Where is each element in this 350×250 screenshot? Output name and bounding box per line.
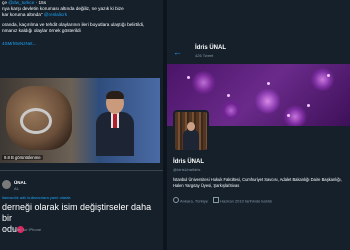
- tweet-author-handle[interactable]: @dw_turkce: [8, 0, 34, 5]
- tweet-count: 426 Tweet: [195, 53, 214, 58]
- location-icon: [173, 197, 179, 203]
- tweet-meta: 15 · Twitter for iPhone: [2, 227, 42, 232]
- tweet-link[interactable]: 4SMrh9vNzNet...: [2, 41, 160, 47]
- profile-bio: İstanbul Üniversitesi Hukuk Fakültesi, C…: [173, 177, 342, 188]
- calendar-icon: [213, 197, 220, 203]
- reply-context: llamacılık adlı kullanıcılara yanıt olar…: [2, 195, 71, 200]
- avatar[interactable]: [2, 180, 11, 189]
- left-panel: çe @dw_turkce · 15s nya karşı devletin k…: [0, 0, 163, 250]
- profile-panel: ← İdris ÜNAL 426 Tweet İdris ÜNAL @Idris…: [167, 0, 350, 250]
- tweet-image[interactable]: 9.8 B görüntülenme: [0, 78, 160, 163]
- author-handle[interactable]: AL: [14, 186, 19, 191]
- profile-avatar[interactable]: [173, 110, 209, 152]
- author-name[interactable]: ÜNAL: [14, 180, 27, 185]
- tweet-mention-link[interactable]: @reslalicrk: [44, 12, 67, 17]
- profile-meta: Ankara, Türkiye Haziran 2010 tarihinde k…: [173, 197, 272, 204]
- back-arrow-icon[interactable]: ←: [173, 47, 183, 57]
- header-spacer: [167, 0, 350, 40]
- header-name: İdris ÜNAL: [195, 45, 227, 51]
- tweet-text: çe @dw_turkce · 15s nya karşı devletin k…: [2, 0, 145, 34]
- reporter-image: [96, 91, 134, 156]
- divider: [0, 170, 163, 171]
- view-count: 9.8 B görüntülenme: [2, 155, 43, 160]
- profile-joined: Haziran 2010 tarihinde katıldı: [220, 198, 273, 204]
- handcuff-image: [20, 108, 52, 134]
- profile-handle: @IdrisUnalIdris: [173, 167, 201, 172]
- profile-header: ← İdris ÜNAL 426 Tweet: [167, 40, 350, 64]
- profile-name: İdris ÜNAL: [173, 159, 205, 165]
- profile-location: Ankara, Türkiye: [180, 198, 208, 204]
